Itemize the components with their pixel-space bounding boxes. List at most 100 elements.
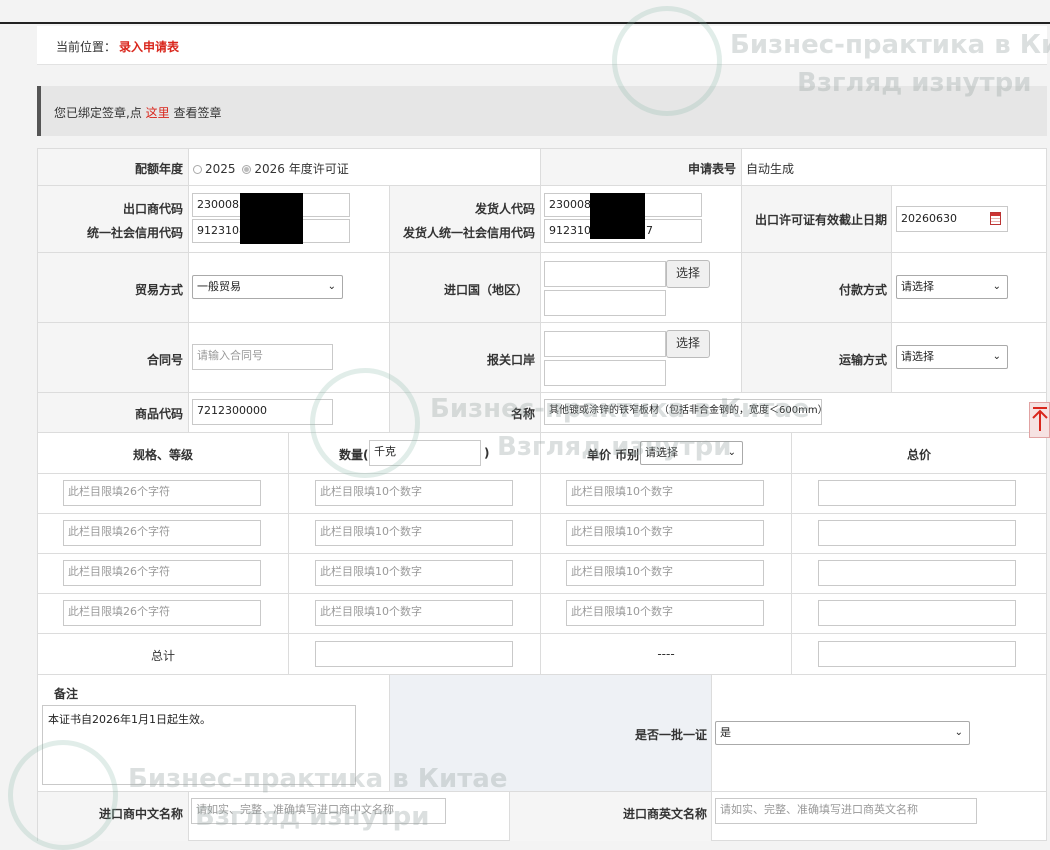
qty-header-close: ): [484, 446, 490, 460]
redaction-block: [240, 193, 303, 244]
total-input[interactable]: [818, 600, 1016, 626]
contract-placeholder: 请输入合同号: [197, 349, 263, 362]
radio-2026[interactable]: [242, 165, 252, 174]
app-no-label: 申请表号: [687, 162, 736, 176]
remarks-label: 备注: [54, 687, 79, 701]
price-placeholder: 此栏目限填10个数字: [571, 525, 673, 538]
one-batch-select[interactable]: 是 ⌄: [715, 721, 970, 745]
price-placeholder: 此栏目限填10个数字: [571, 605, 673, 618]
redaction-block: [590, 193, 645, 239]
goods-name-label: 名称: [510, 407, 535, 421]
calendar-icon[interactable]: [990, 212, 1001, 225]
qty-placeholder: 此栏目限填10个数字: [320, 605, 422, 618]
total-input[interactable]: [818, 480, 1016, 506]
chevron-down-icon: ⌄: [727, 447, 736, 458]
exporter-credit-label: 统一社会信用代码: [86, 226, 183, 240]
consignor-credit-suffix: 7: [646, 224, 653, 237]
payment-select[interactable]: 请选择 ⌄: [896, 275, 1008, 299]
importer-cn-input[interactable]: 请如实、完整、准确填写进口商中文名称: [191, 798, 446, 824]
importer-en-input[interactable]: 请如实、完整、准确填写进口商英文名称: [715, 798, 977, 824]
spec-placeholder: 此栏目限填26个字符: [68, 605, 170, 618]
payment-label: 付款方式: [838, 283, 887, 297]
expiry-date-input[interactable]: 20260630: [896, 206, 1008, 232]
qty-total-input[interactable]: [315, 641, 513, 667]
payment-value: 请选择: [901, 280, 934, 293]
goods-name-input[interactable]: 其他镀或涂锌的铁窄板材（包括非合金钢的，宽度＜600mm）: [544, 399, 822, 425]
notice-text-after: 查看签章: [169, 106, 222, 120]
app-no-value: 自动生成: [746, 162, 795, 176]
quota-year-label: 配额年度: [134, 162, 183, 176]
chevron-down-icon: ⌄: [327, 281, 336, 292]
currency-select[interactable]: 请选择 ⌄: [640, 441, 743, 465]
breadcrumb: 当前位置： 录入申请表: [37, 26, 1047, 65]
radio-2025[interactable]: [193, 165, 202, 174]
breadcrumb-current[interactable]: 录入申请表: [119, 38, 179, 55]
importer-en-label: 进口商英文名称: [622, 807, 707, 821]
trade-mode-select[interactable]: 一般贸易 ⌄: [192, 275, 343, 299]
sum-total-input[interactable]: [818, 641, 1016, 667]
price-input[interactable]: 此栏目限填10个数字: [566, 520, 764, 546]
total-header: 总价: [906, 448, 931, 462]
qty-placeholder: 此栏目限填10个数字: [320, 485, 422, 498]
price-input[interactable]: 此栏目限填10个数字: [566, 600, 764, 626]
one-batch-value: 是: [720, 726, 731, 739]
chevron-down-icon: ⌄: [954, 727, 963, 738]
port-name-input[interactable]: [544, 360, 666, 386]
exporter-code-label: 出口商代码: [122, 202, 183, 216]
breadcrumb-prefix: 当前位置：: [56, 40, 117, 54]
importer-cn-label: 进口商中文名称: [98, 807, 183, 821]
currency-value: 请选择: [645, 446, 678, 459]
price-input[interactable]: 此栏目限填10个数字: [566, 480, 764, 506]
quota-year-options: 2025 2026 年度许可证: [193, 160, 349, 177]
price-input[interactable]: 此栏目限填10个数字: [566, 560, 764, 586]
notice-link[interactable]: 这里: [146, 106, 170, 120]
port-code-input[interactable]: [544, 331, 666, 357]
spec-input[interactable]: 此栏目限填26个字符: [63, 480, 261, 506]
importer-cn-placeholder: 请如实、完整、准确填写进口商中文名称: [196, 803, 394, 816]
contract-input[interactable]: 请输入合同号: [192, 344, 333, 370]
qty-unit-input[interactable]: 千克: [369, 440, 481, 466]
remarks-textarea[interactable]: 本证书自2026年1月1日起生效。: [42, 705, 356, 785]
spec-input[interactable]: 此栏目限填26个字符: [63, 560, 261, 586]
price-total-dash: ----: [657, 647, 675, 661]
spec-placeholder: 此栏目限填26个字符: [68, 565, 170, 578]
spec-input[interactable]: 此栏目限填26个字符: [63, 520, 261, 546]
trade-mode-value: 一般贸易: [197, 280, 241, 293]
total-input[interactable]: [818, 520, 1016, 546]
price-placeholder: 此栏目限填10个数字: [571, 485, 673, 498]
qty-input[interactable]: 此栏目限填10个数字: [315, 600, 513, 626]
back-to-top-button[interactable]: [1029, 402, 1050, 438]
notice-text: 您已绑定签章,点: [54, 106, 146, 120]
qty-input[interactable]: 此栏目限填10个数字: [315, 480, 513, 506]
spec-placeholder: 此栏目限填26个字符: [68, 485, 170, 498]
one-batch-label: 是否一批一证: [634, 728, 707, 742]
dest-country-label: 进口国（地区）: [443, 283, 528, 297]
trade-mode-label: 贸易方式: [134, 283, 183, 297]
qty-input[interactable]: 此栏目限填10个数字: [315, 560, 513, 586]
port-select-button[interactable]: 选择: [666, 330, 710, 358]
qty-placeholder: 此栏目限填10个数字: [320, 525, 422, 538]
spec-placeholder: 此栏目限填26个字符: [68, 525, 170, 538]
transport-value: 请选择: [901, 350, 934, 363]
dest-country-name-input[interactable]: [544, 290, 666, 316]
spec-input[interactable]: 此栏目限填26个字符: [63, 600, 261, 626]
signature-notice: 您已绑定签章,点 这里 查看签章: [37, 86, 1047, 136]
goods-code-input[interactable]: 7212300000: [192, 399, 333, 425]
quota-year-2025: 2025: [205, 162, 236, 176]
total-input[interactable]: [818, 560, 1016, 586]
contract-label: 合同号: [146, 353, 183, 367]
transport-select[interactable]: 请选择 ⌄: [896, 345, 1008, 369]
goods-code-label: 商品代码: [134, 407, 183, 421]
qty-input[interactable]: 此栏目限填10个数字: [315, 520, 513, 546]
qty-placeholder: 此栏目限填10个数字: [320, 565, 422, 578]
arrow-up-icon: [1032, 407, 1048, 431]
chevron-down-icon: ⌄: [992, 351, 1001, 362]
port-label: 报关口岸: [486, 353, 535, 367]
totals-label: 总计: [150, 649, 175, 663]
expiry-date-value: 20260630: [901, 212, 957, 225]
dest-country-code-input[interactable]: [544, 261, 666, 287]
expiry-label: 出口许可证有效截止日期: [754, 213, 887, 227]
dest-country-select-button[interactable]: 选择: [666, 260, 710, 288]
transport-label: 运输方式: [838, 353, 887, 367]
price-header: 单价 币别: [587, 448, 640, 462]
